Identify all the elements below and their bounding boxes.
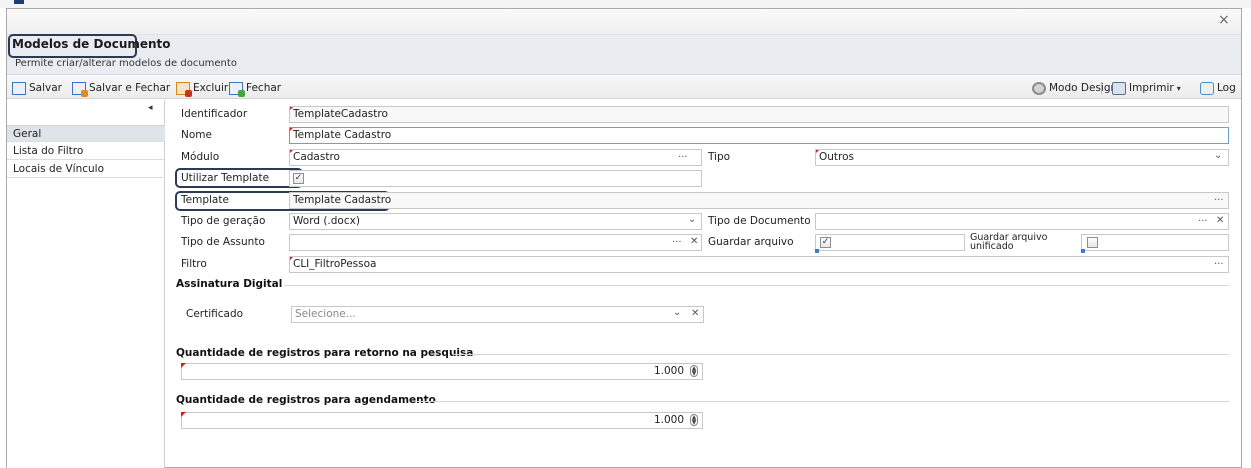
spin-down-icon[interactable]: ▼ <box>692 370 697 377</box>
template-field[interactable]: Template Cadastro <box>289 192 1229 209</box>
certificado-label: Certificado <box>186 308 244 320</box>
quantidade-agendamento-spinner[interactable]: ▲ ▼ <box>690 414 698 426</box>
identificador-field[interactable]: TemplateCadastro <box>289 106 1229 123</box>
close-label: Fechar <box>246 82 282 94</box>
sidebar-item-lista-do-filtro[interactable]: Lista do Filtro <box>7 143 165 160</box>
guardar-unificado-label: Guardar arquivo unificado <box>970 233 1047 252</box>
guardar-unificado-checkbox[interactable] <box>1087 237 1098 248</box>
modulo-lookup-icon[interactable]: ··· <box>678 152 688 163</box>
tipo-assunto-clear-icon[interactable]: ✕ <box>690 236 698 247</box>
save-close-label: Salvar e Fechar <box>89 82 171 94</box>
utilizar-template-checkbox[interactable]: ✓ <box>293 173 304 184</box>
log-button[interactable]: Log <box>1200 79 1236 97</box>
close-button[interactable]: Fechar <box>229 79 281 97</box>
quantidade-agendamento-title: Quantidade de registros para agendamento <box>176 394 436 406</box>
identificador-label: Identificador <box>181 108 248 120</box>
delete-button[interactable]: Excluir <box>176 79 228 97</box>
chevron-down-icon[interactable]: ▾ <box>1177 84 1181 93</box>
quantidade-agendamento-input[interactable]: 1.000 <box>181 412 703 429</box>
template-lookup-icon[interactable]: ··· <box>1214 195 1224 206</box>
modulo-label: Módulo <box>181 151 220 163</box>
design-mode-label: Modo Design <box>1049 82 1118 94</box>
nome-field[interactable]: Template Cadastro <box>289 127 1229 144</box>
sidebar-item-geral[interactable]: Geral <box>7 125 165 142</box>
modulo-field[interactable]: Cadastro <box>289 149 702 166</box>
certificado-select[interactable]: Selecione... <box>291 306 704 323</box>
save-label: Salvar <box>29 82 62 94</box>
filtro-label: Filtro <box>181 258 207 270</box>
toolbar-divider <box>1101 82 1102 94</box>
save-close-icon <box>72 81 88 97</box>
print-label: Imprimir <box>1129 82 1174 94</box>
dialog-titlebar <box>7 9 1241 35</box>
assinatura-section-title: Assinatura Digital <box>176 278 283 290</box>
certificado-placeholder: Selecione... <box>295 308 356 320</box>
certificado-dropdown-icon[interactable]: ⌄ <box>673 307 681 318</box>
guardar-arquivo-label: Guardar arquivo <box>708 236 794 248</box>
collapse-sidebar-icon[interactable]: ◂ <box>148 103 153 113</box>
guardar-unificado-label-line2: unificado <box>970 241 1014 252</box>
tipo-assunto-label: Tipo de Assunto <box>181 236 265 248</box>
guardar-arquivo-marker <box>815 249 819 253</box>
page-header <box>7 35 1241 75</box>
template-label: Template <box>181 194 229 206</box>
filtro-field[interactable]: CLI_FiltroPessoa <box>289 256 1229 273</box>
page-title: Modelos de Documento <box>12 37 171 51</box>
delete-label: Excluir <box>193 82 229 94</box>
tipo-documento-clear-icon[interactable]: ✕ <box>1216 215 1224 226</box>
utilizar-template-field <box>289 170 702 187</box>
quantidade-pesquisa-title: Quantidade de registros para retorno na … <box>176 347 474 359</box>
utilizar-template-label: Utilizar Template <box>181 172 270 184</box>
log-icon <box>1200 81 1214 95</box>
guardar-unificado-marker <box>1081 249 1085 253</box>
filtro-lookup-icon[interactable]: ··· <box>1214 259 1224 270</box>
log-label: Log <box>1217 82 1236 94</box>
window-top-strip <box>0 0 1251 8</box>
tipo-geracao-select[interactable]: Word (.docx) <box>289 213 702 230</box>
guardar-unificado-field <box>1081 234 1229 251</box>
save-button[interactable]: Salvar <box>12 79 62 97</box>
close-icon[interactable]: × <box>1218 12 1230 28</box>
app-logo-icon <box>14 0 24 4</box>
tipo-documento-lookup-icon[interactable]: ··· <box>1198 216 1208 227</box>
save-close-button[interactable]: Salvar e Fechar <box>72 79 170 97</box>
gear-icon <box>1032 81 1046 95</box>
page-subtitle: Permite criar/alterar modelos de documen… <box>15 58 237 69</box>
design-mode-button[interactable]: Modo Design <box>1032 79 1117 97</box>
delete-icon <box>176 81 192 97</box>
certificado-clear-icon[interactable]: ✕ <box>691 308 699 319</box>
tipo-assunto-field[interactable] <box>289 234 702 251</box>
nome-label: Nome <box>181 129 212 141</box>
section-divider <box>417 401 1229 402</box>
spin-down-icon[interactable]: ▼ <box>692 419 697 426</box>
print-button[interactable]: Imprimir ▾ <box>1112 79 1181 97</box>
section-divider <box>453 354 1229 355</box>
tipo-assunto-lookup-icon[interactable]: ··· <box>672 237 682 248</box>
quantidade-pesquisa-input[interactable]: 1.000 <box>181 363 703 380</box>
tipo-label: Tipo <box>708 151 731 163</box>
quantidade-pesquisa-spinner[interactable]: ▲ ▼ <box>690 365 698 377</box>
tipo-geracao-dropdown-icon[interactable]: ⌄ <box>688 214 696 225</box>
save-icon <box>12 81 26 95</box>
tipo-documento-field[interactable] <box>815 213 1229 230</box>
close-doc-icon <box>229 81 245 97</box>
sidebar-item-locais-de-vinculo[interactable]: Locais de Vínculo <box>7 161 165 178</box>
tipo-dropdown-icon[interactable]: ⌄ <box>1214 150 1222 161</box>
printer-icon <box>1112 81 1126 95</box>
tipo-select[interactable]: Outros <box>815 149 1229 166</box>
tipo-documento-label: Tipo de Documento <box>708 215 811 227</box>
section-divider <box>284 285 1229 286</box>
tipo-geracao-label: Tipo de geração <box>181 215 266 227</box>
guardar-arquivo-field <box>815 234 965 251</box>
guardar-arquivo-checkbox[interactable]: ✓ <box>820 237 831 248</box>
